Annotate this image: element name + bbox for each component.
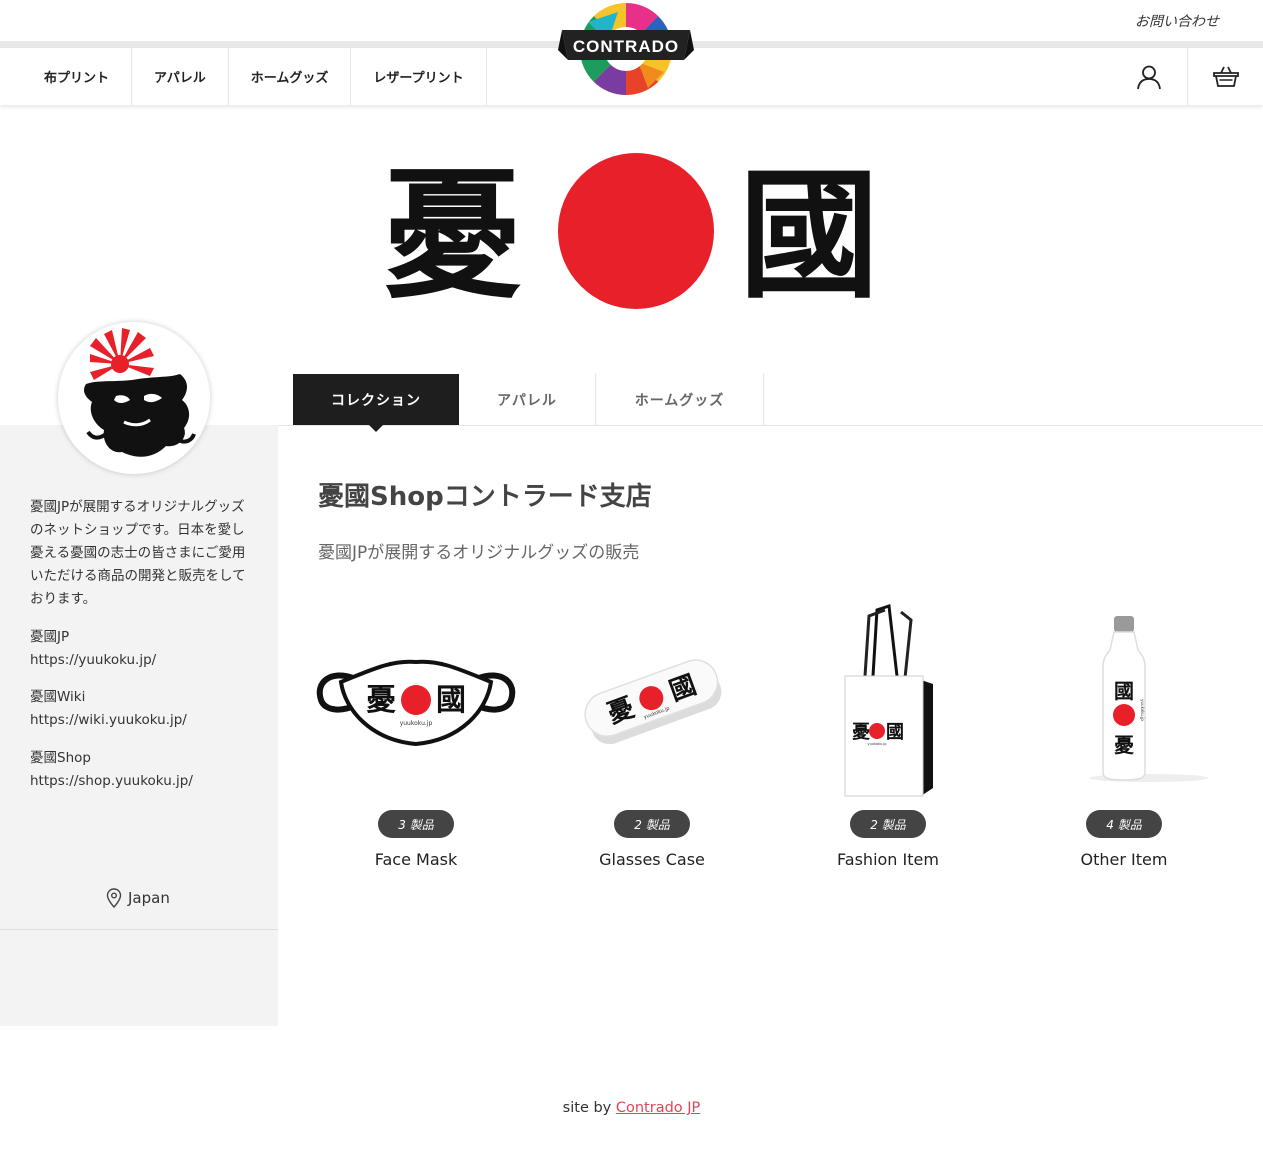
mask-print-url: yuukoku.jp [400, 720, 433, 727]
bag-print-right-char: 國 [886, 722, 904, 743]
product-image-glasses-case[interactable]: 憂 國 yuukoku.jp [537, 600, 767, 800]
profile-link-title: 憂國Wiki [30, 689, 86, 705]
account-button[interactable] [1111, 48, 1187, 105]
product-count-badge: 4 製品 [1086, 810, 1162, 838]
footer-prefix: site by [562, 1100, 612, 1116]
basket-button[interactable] [1187, 48, 1263, 105]
bottle-print-right-char: 國 [1114, 679, 1134, 703]
profile-link-yuukoku-wiki: 憂國Wiki https://wiki.yuukoku.jp/ [30, 686, 260, 732]
map-pin-icon [106, 888, 122, 908]
product-card-other-item[interactable]: 國 憂 yuukoku.jp 4 製品 Other Item [1009, 600, 1239, 875]
bag-print-left-char: 憂 [852, 722, 870, 743]
product-card-face-mask[interactable]: 憂 國 yuukoku.jp 3 製品 Face Mask [301, 600, 531, 875]
nav-item-leather-print[interactable]: レザープリント [351, 48, 487, 105]
bottle-print-url: yuukoku.jp [1140, 699, 1145, 721]
profile-bio: 憂國JPが展開するオリジナルグッズのネットショップです。日本を愛し憂える憂國の志… [30, 499, 246, 607]
mask-print-left-char: 憂 [366, 683, 396, 718]
logo-text: CONTRADO [573, 37, 679, 56]
profile-link-url[interactable]: https://wiki.yuukoku.jp/ [30, 709, 260, 732]
mask-print-right-char: 國 [436, 683, 466, 718]
product-name[interactable]: Face Mask [301, 850, 531, 869]
product-name[interactable]: Glasses Case [537, 850, 767, 869]
shop-title: 憂國Shopコントラード支店 [318, 482, 652, 512]
product-image-face-mask[interactable]: 憂 國 yuukoku.jp [301, 600, 531, 800]
sidebar-divider [0, 929, 278, 930]
profile-link-yuukoku-shop: 憂國Shop https://shop.yuukoku.jp/ [30, 747, 260, 793]
profile-link-url[interactable]: https://shop.yuukoku.jp/ [30, 770, 260, 793]
basket-icon [1212, 66, 1239, 87]
rising-sun-circle [558, 153, 714, 309]
bottle-print-left-char: 憂 [1114, 733, 1134, 757]
product-card-glasses-case[interactable]: 憂 國 yuukoku.jp 2 製品 Glasses Case [537, 600, 767, 875]
banner-left-char: 憂 [384, 154, 522, 310]
profile-link-title: 憂國Shop [30, 750, 91, 766]
tab-collection[interactable]: コレクション [293, 374, 459, 432]
nav-actions [1111, 48, 1263, 105]
product-name[interactable]: Other Item [1009, 850, 1239, 869]
user-icon [1137, 65, 1161, 89]
tab-home-goods[interactable]: ホームグッズ [596, 374, 764, 425]
nav-item-apparel[interactable]: アパレル [132, 48, 229, 105]
profile-link-url[interactable]: https://yuukoku.jp/ [30, 649, 260, 672]
profile-avatar [58, 322, 210, 474]
product-name[interactable]: Fashion Item [773, 850, 1003, 869]
contrado-logo[interactable]: CONTRADO [558, 2, 694, 96]
profile-link-title: 憂國JP [30, 629, 70, 645]
contact-link[interactable]: お問い合わせ [1135, 11, 1219, 31]
product-image-fashion-item[interactable]: 憂 國 yuukoku.jp [773, 600, 1003, 800]
footer-link-contrado[interactable]: Contrado JP [616, 1100, 700, 1116]
product-count-badge: 3 製品 [378, 810, 454, 838]
profile-location: Japan [106, 888, 170, 908]
tab-apparel[interactable]: アパレル [459, 374, 596, 425]
shop-banner: 憂 國 [382, 146, 879, 318]
nav-item-home-goods[interactable]: ホームグッズ [229, 48, 352, 105]
site-footer: site by Contrado JP [0, 1100, 1263, 1116]
bag-print-url: yuukoku.jp [868, 742, 888, 746]
tabs-divider [278, 425, 1263, 426]
banner-right-char: 國 [739, 154, 874, 310]
product-count-badge: 2 製品 [850, 810, 926, 838]
location-label: Japan [128, 889, 170, 907]
nav-item-fabric-print[interactable]: 布プリント [0, 48, 133, 105]
shop-description: 憂國JPが展開するオリジナルグッズの販売 [318, 543, 640, 563]
page: お問い合わせ 布プリント アパレル ホームグッズ レザープリント CONTRAD… [0, 0, 1263, 1174]
profile-link-yuukoku-jp: 憂國JP https://yuukoku.jp/ [30, 626, 260, 672]
collection-tabs: コレクション アパレル ホームグッズ [293, 374, 764, 432]
product-card-fashion-item[interactable]: 憂 國 yuukoku.jp 2 製品 Fashion Item [773, 600, 1003, 875]
product-image-other-item[interactable]: 國 憂 yuukoku.jp [1009, 600, 1239, 800]
product-count-badge: 2 製品 [614, 810, 690, 838]
